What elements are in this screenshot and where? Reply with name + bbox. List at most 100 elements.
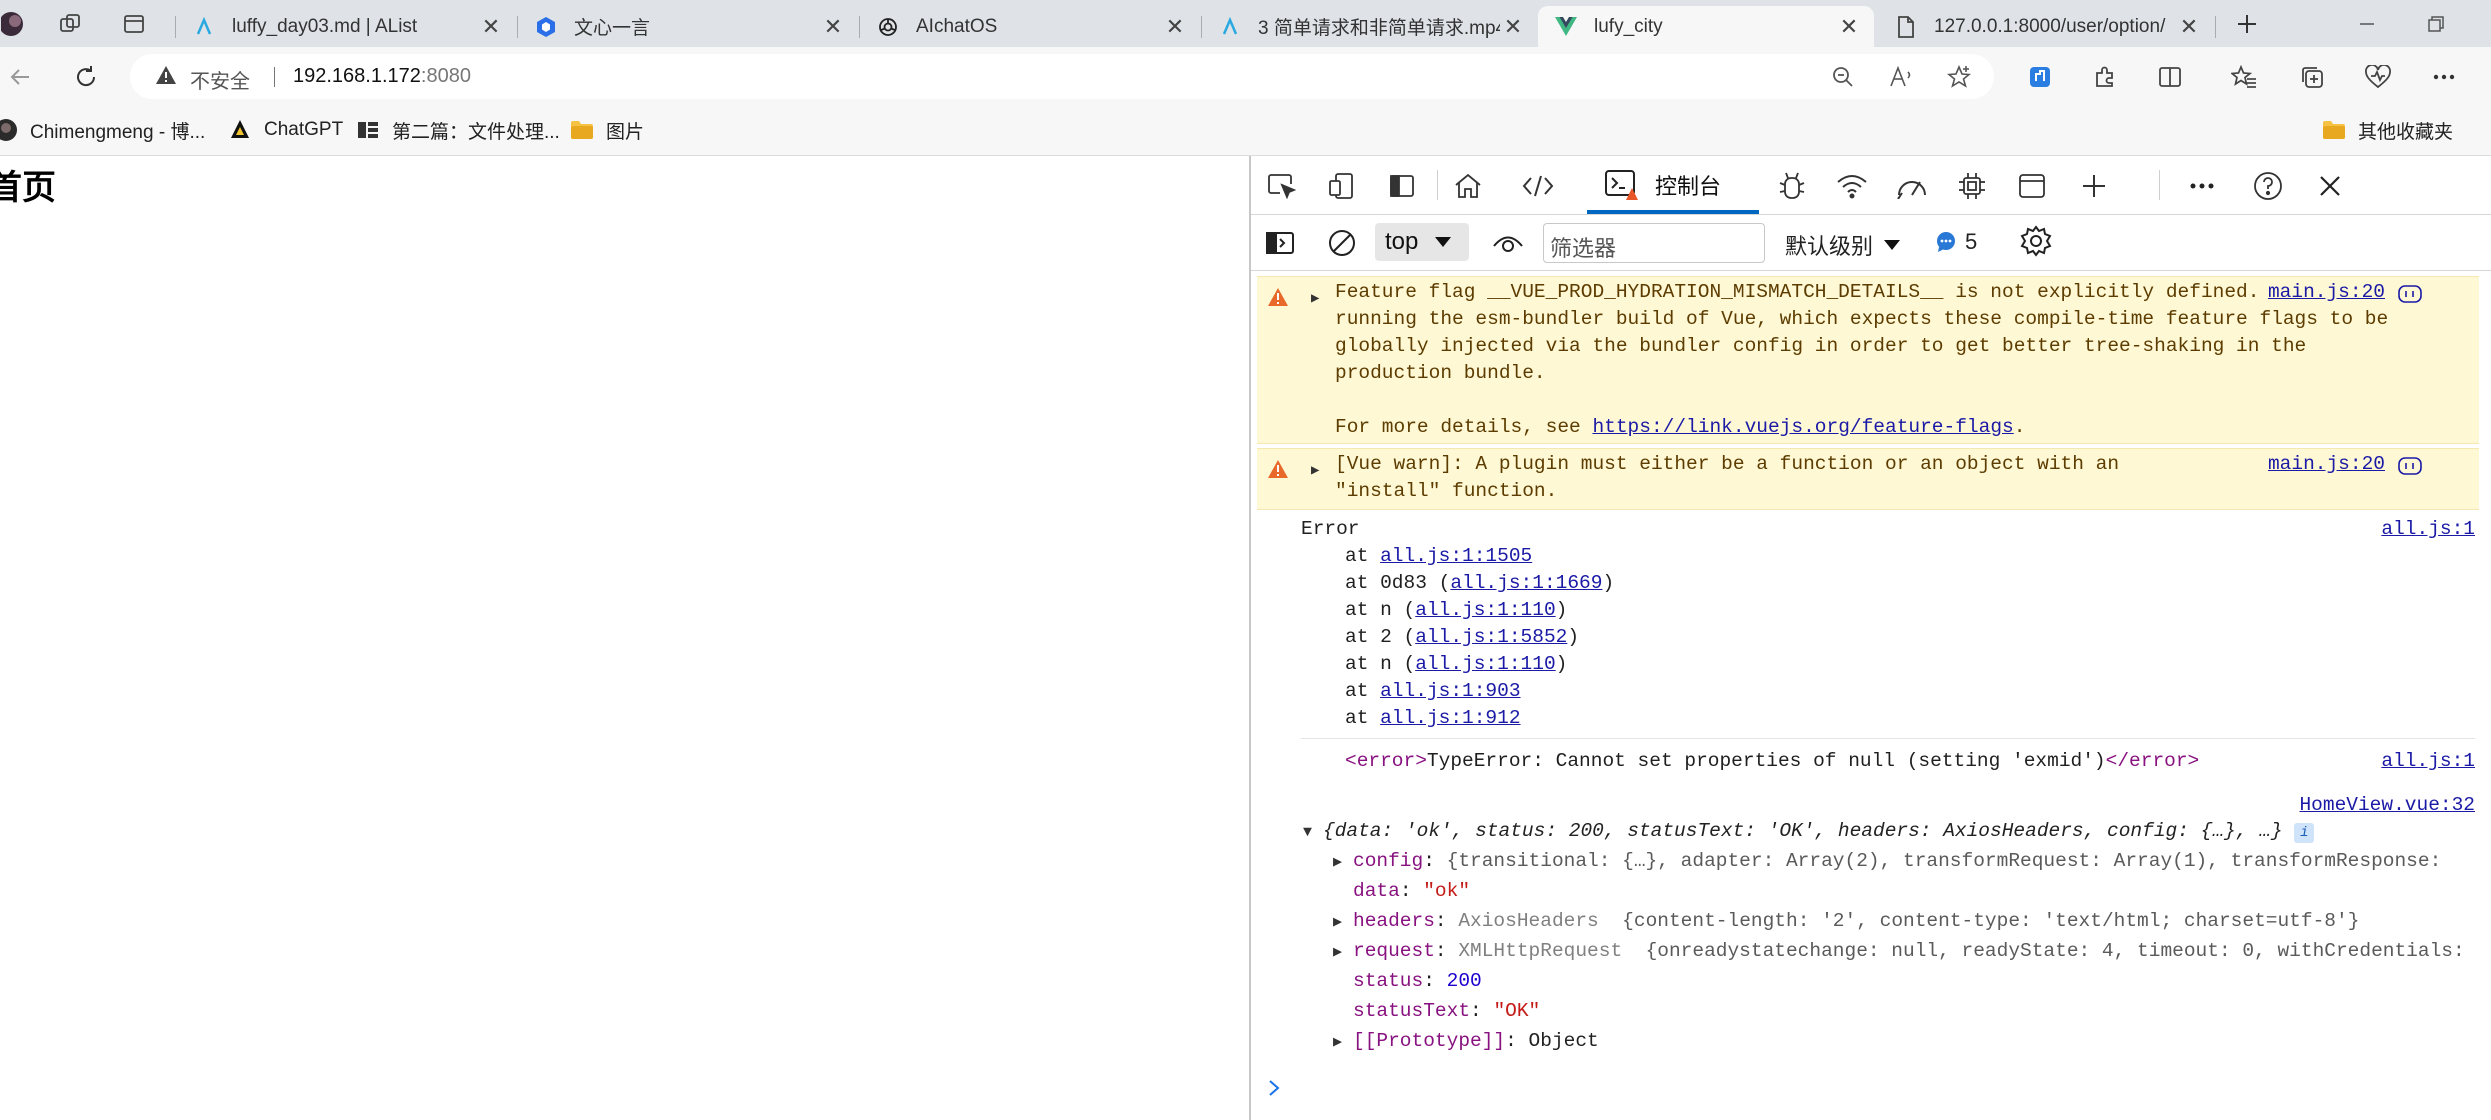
tab-alist-video[interactable]: 3 简单请求和非简单请求.mp4 ✕ — [1202, 6, 1538, 47]
prop-headers[interactable]: ▶ headers: AxiosHeaders {content-length: … — [1333, 908, 2359, 936]
more-tools-plus-icon[interactable] — [2077, 169, 2111, 203]
device-emulation-icon[interactable] — [1325, 169, 1359, 203]
bookmark-item[interactable]: 第二篇：文件处理... — [356, 114, 560, 146]
network-wifi-icon[interactable] — [1835, 169, 1869, 203]
bookmark-item[interactable]: Chimengmeng - 博... — [0, 114, 205, 146]
tab-user-option[interactable]: 127.0.0.1:8000/user/option/ ✕ — [1878, 6, 2214, 47]
more-menu-icon[interactable] — [2426, 59, 2462, 95]
workspaces-icon[interactable] — [54, 8, 86, 40]
favorite-star-icon[interactable] — [1944, 62, 1974, 92]
tab-label: luffy_day03.md | AList — [232, 15, 418, 37]
stack-frame-link[interactable]: all.js:1:110 — [1415, 653, 1555, 675]
close-icon[interactable]: ✕ — [1162, 14, 1188, 40]
expand-triangle-icon[interactable]: ▶ — [1311, 286, 1319, 313]
favorites-icon[interactable] — [2226, 59, 2262, 95]
refresh-button[interactable] — [68, 59, 104, 95]
log-levels-label: 默认级别 — [1785, 235, 1874, 260]
browser-essentials-icon[interactable] — [2360, 59, 2396, 95]
prop-value: "OK" — [1493, 1000, 1541, 1022]
restore-icon[interactable] — [2420, 8, 2452, 40]
insecure-label[interactable]: 不安全 — [190, 65, 250, 94]
expand-triangle-icon[interactable]: ▶ — [1333, 909, 1353, 936]
object-summary[interactable]: ▼ {data: 'ok', status: 200, statusText: '… — [1303, 818, 2315, 846]
close-icon[interactable]: ✕ — [478, 14, 504, 40]
source-link[interactable]: main.js:20 — [2268, 451, 2385, 478]
prop-value: {transitional: {…}, adapter: Array(2), t… — [1446, 850, 2442, 872]
split-screen-icon[interactable] — [2152, 59, 2188, 95]
tab-console[interactable]: 控制台 — [1587, 156, 1759, 214]
stack-frame-link[interactable]: all.js:1:5852 — [1415, 626, 1567, 648]
tab-wenxin[interactable]: 文心一言 ✕ — [518, 6, 858, 47]
inspect-element-icon[interactable] — [1265, 169, 1299, 203]
stack-frame-suffix: ) — [1567, 626, 1580, 648]
minimize-icon[interactable] — [2351, 8, 2383, 40]
console-prompt-chevron-icon[interactable] — [1267, 1078, 1281, 1098]
stack-frame-link[interactable]: all.js:1:903 — [1380, 680, 1520, 702]
tab-alist-luffy[interactable]: luffy_day03.md | AList ✕ — [176, 6, 516, 47]
collapse-triangle-icon[interactable]: ▼ — [1303, 819, 1323, 846]
prop-prototype[interactable]: ▶ [[Prototype]]: Object — [1333, 1028, 1599, 1056]
message-count[interactable]: 5 — [1935, 229, 1977, 255]
welcome-home-icon[interactable] — [1451, 169, 1485, 203]
console-sidebar-icon[interactable] — [1263, 226, 1297, 260]
tab-strip: luffy_day03.md | AList ✕ 文心一言 ✕ AIchatOS… — [0, 0, 2491, 47]
prop-key: request — [1353, 940, 1435, 962]
read-aloud-icon[interactable] — [1886, 62, 1916, 92]
source-link[interactable]: HomeView.vue:32 — [2299, 792, 2475, 819]
close-icon[interactable]: ✕ — [1836, 14, 1862, 40]
copilot-explain-icon[interactable] — [2397, 283, 2423, 305]
live-expression-eye-icon[interactable] — [1491, 226, 1525, 260]
tab-aichatos[interactable]: AIchatOS ✕ — [860, 6, 1200, 47]
profile-avatar[interactable] — [0, 8, 28, 40]
stack-frame-link[interactable]: all.js:1:1669 — [1450, 572, 1602, 594]
warning-icon[interactable] — [155, 65, 177, 85]
context-selector[interactable]: top — [1375, 223, 1469, 261]
extension-blue-icon[interactable] — [2022, 59, 2058, 95]
close-icon[interactable]: ✕ — [2176, 14, 2202, 40]
stack-frame-link[interactable]: all.js:1:1505 — [1380, 545, 1532, 567]
log-levels-dropdown[interactable]: 默认级别 — [1785, 229, 1901, 261]
clear-console-icon[interactable] — [1325, 226, 1359, 260]
info-badge[interactable]: i — [2294, 823, 2315, 843]
performance-gauge-icon[interactable] — [1895, 169, 1929, 203]
url-text[interactable]: 192.168.1.172:8080 — [293, 65, 471, 88]
expand-triangle-icon[interactable]: ▶ — [1333, 1029, 1353, 1056]
extensions-icon[interactable] — [2087, 59, 2123, 95]
console-settings-gear-icon[interactable] — [2019, 224, 2053, 258]
feature-flags-link[interactable]: https://link.vuejs.org/feature-flags — [1592, 416, 2013, 438]
warning-icon — [1267, 459, 1289, 479]
customize-menu-icon[interactable] — [2185, 169, 2219, 203]
close-icon[interactable]: ✕ — [1500, 14, 1526, 40]
close-devtools-icon[interactable] — [2313, 169, 2347, 203]
close-icon[interactable]: ✕ — [820, 14, 846, 40]
application-panel-icon[interactable] — [2015, 169, 2049, 203]
tab-actions-icon[interactable] — [118, 8, 150, 40]
expand-triangle-icon[interactable]: ▶ — [1311, 458, 1319, 485]
source-link[interactable]: all.js:1 — [2381, 748, 2475, 775]
expand-triangle-icon[interactable]: ▶ — [1333, 849, 1353, 876]
memory-chip-icon[interactable] — [1955, 169, 1989, 203]
expand-triangle-icon[interactable]: ▶ — [1333, 939, 1353, 966]
stack-frame-link[interactable]: all.js:1:110 — [1415, 599, 1555, 621]
tab-lufy-city[interactable]: lufy_city ✕ — [1538, 6, 1874, 47]
prop-request[interactable]: ▶ request: XMLHttpRequest {onreadystatech… — [1333, 938, 2465, 966]
help-icon[interactable] — [2251, 169, 2285, 203]
elements-tab-icon[interactable] — [1521, 169, 1555, 203]
zoom-icon[interactable] — [1828, 62, 1858, 92]
copilot-explain-icon[interactable] — [2397, 455, 2423, 477]
sources-bug-icon[interactable] — [1775, 169, 1809, 203]
collections-icon[interactable] — [2294, 59, 2330, 95]
address-bar[interactable]: 不安全 192.168.1.172:8080 — [130, 54, 1994, 99]
toolbar-separator — [1437, 170, 1438, 200]
bookmark-item[interactable]: 图片 — [570, 114, 644, 146]
console-filter-input[interactable]: 筛选器 — [1543, 223, 1765, 263]
source-link[interactable]: all.js:1 — [2381, 516, 2475, 543]
source-link[interactable]: main.js:20 — [2259, 279, 2385, 306]
stack-frame-link[interactable]: all.js:1:912 — [1380, 707, 1520, 729]
other-bookmarks[interactable]: 其他收藏夹 — [2322, 114, 2453, 146]
prop-config[interactable]: ▶ config: {transitional: {…}, adapter: Ar… — [1333, 848, 2441, 876]
dock-side-icon[interactable] — [1385, 169, 1419, 203]
new-tab-button[interactable] — [2231, 8, 2263, 40]
bookmark-item[interactable]: ChatGPT — [228, 114, 343, 146]
back-button[interactable] — [2, 59, 38, 95]
